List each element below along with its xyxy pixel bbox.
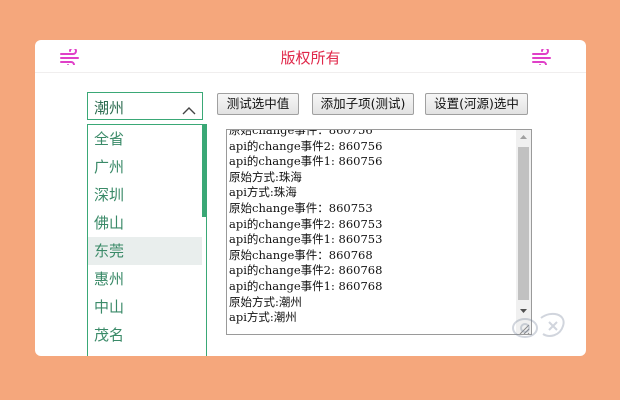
log-line: api的change事件2: 860768 xyxy=(229,263,383,278)
chevron-up-icon xyxy=(182,101,196,115)
test-selected-button[interactable]: 测试选中值 xyxy=(217,93,299,115)
select-dropdown[interactable]: 全省 广州 深圳 佛山 东莞 惠州 中山 茂名 xyxy=(87,124,207,356)
log-line: 原始change事件：860753 xyxy=(229,200,373,215)
list-item[interactable]: 全省 xyxy=(88,125,202,153)
list-item[interactable]: 惠州 xyxy=(88,265,202,293)
main-card: 版权所有 潮州 全省 广州 深圳 佛山 东莞 惠州 中山 茂名 测试选中值 添加… xyxy=(35,40,586,356)
log-text: 原始change事件：860756 api的change事件2: 860756 ap… xyxy=(229,129,515,326)
log-textarea[interactable]: 原始change事件：860756 api的change事件2: 860756 ap… xyxy=(226,129,532,335)
scroll-up-arrow-icon[interactable] xyxy=(516,130,531,145)
log-line: api的change事件1: 860753 xyxy=(229,232,383,247)
list-item[interactable]: 中山 xyxy=(88,293,202,321)
log-line: 原始方式:潮州 xyxy=(229,294,302,309)
log-line: api的change事件2: 860756 xyxy=(229,138,383,153)
log-line: api的change事件2: 860753 xyxy=(229,216,383,231)
list-item[interactable]: 茂名 xyxy=(88,321,202,349)
log-line: api方式:潮州 xyxy=(229,310,297,325)
log-line: api的change事件1: 860756 xyxy=(229,154,383,169)
log-line: api的change事件1: 860768 xyxy=(229,278,383,293)
list-item[interactable]: 深圳 xyxy=(88,181,202,209)
add-child-button[interactable]: 添加子项(测试) xyxy=(312,93,414,115)
log-line: api方式:珠海 xyxy=(229,185,297,200)
log-line: 原始change事件：860756 xyxy=(229,129,373,137)
select-value: 潮州 xyxy=(94,99,125,117)
list-item[interactable]: 广州 xyxy=(88,153,202,181)
set-heyuan-button[interactable]: 设置(河源)选中 xyxy=(425,93,528,115)
list-item[interactable]: 东莞 xyxy=(88,237,202,265)
dropdown-scrollbar[interactable] xyxy=(202,125,206,217)
watermark-logo-icon xyxy=(505,306,577,346)
header-bar: 版权所有 xyxy=(35,40,586,73)
log-line: 原始方式:珠海 xyxy=(229,169,302,184)
wind-icon xyxy=(531,47,553,69)
scrollbar-thumb[interactable] xyxy=(518,147,529,300)
log-line: 原始change事件：860768 xyxy=(229,247,373,262)
list-item[interactable]: 佛山 xyxy=(88,209,202,237)
page-title: 版权所有 xyxy=(280,49,341,67)
vertical-scrollbar[interactable] xyxy=(516,130,531,334)
city-select[interactable]: 潮州 xyxy=(87,92,203,120)
